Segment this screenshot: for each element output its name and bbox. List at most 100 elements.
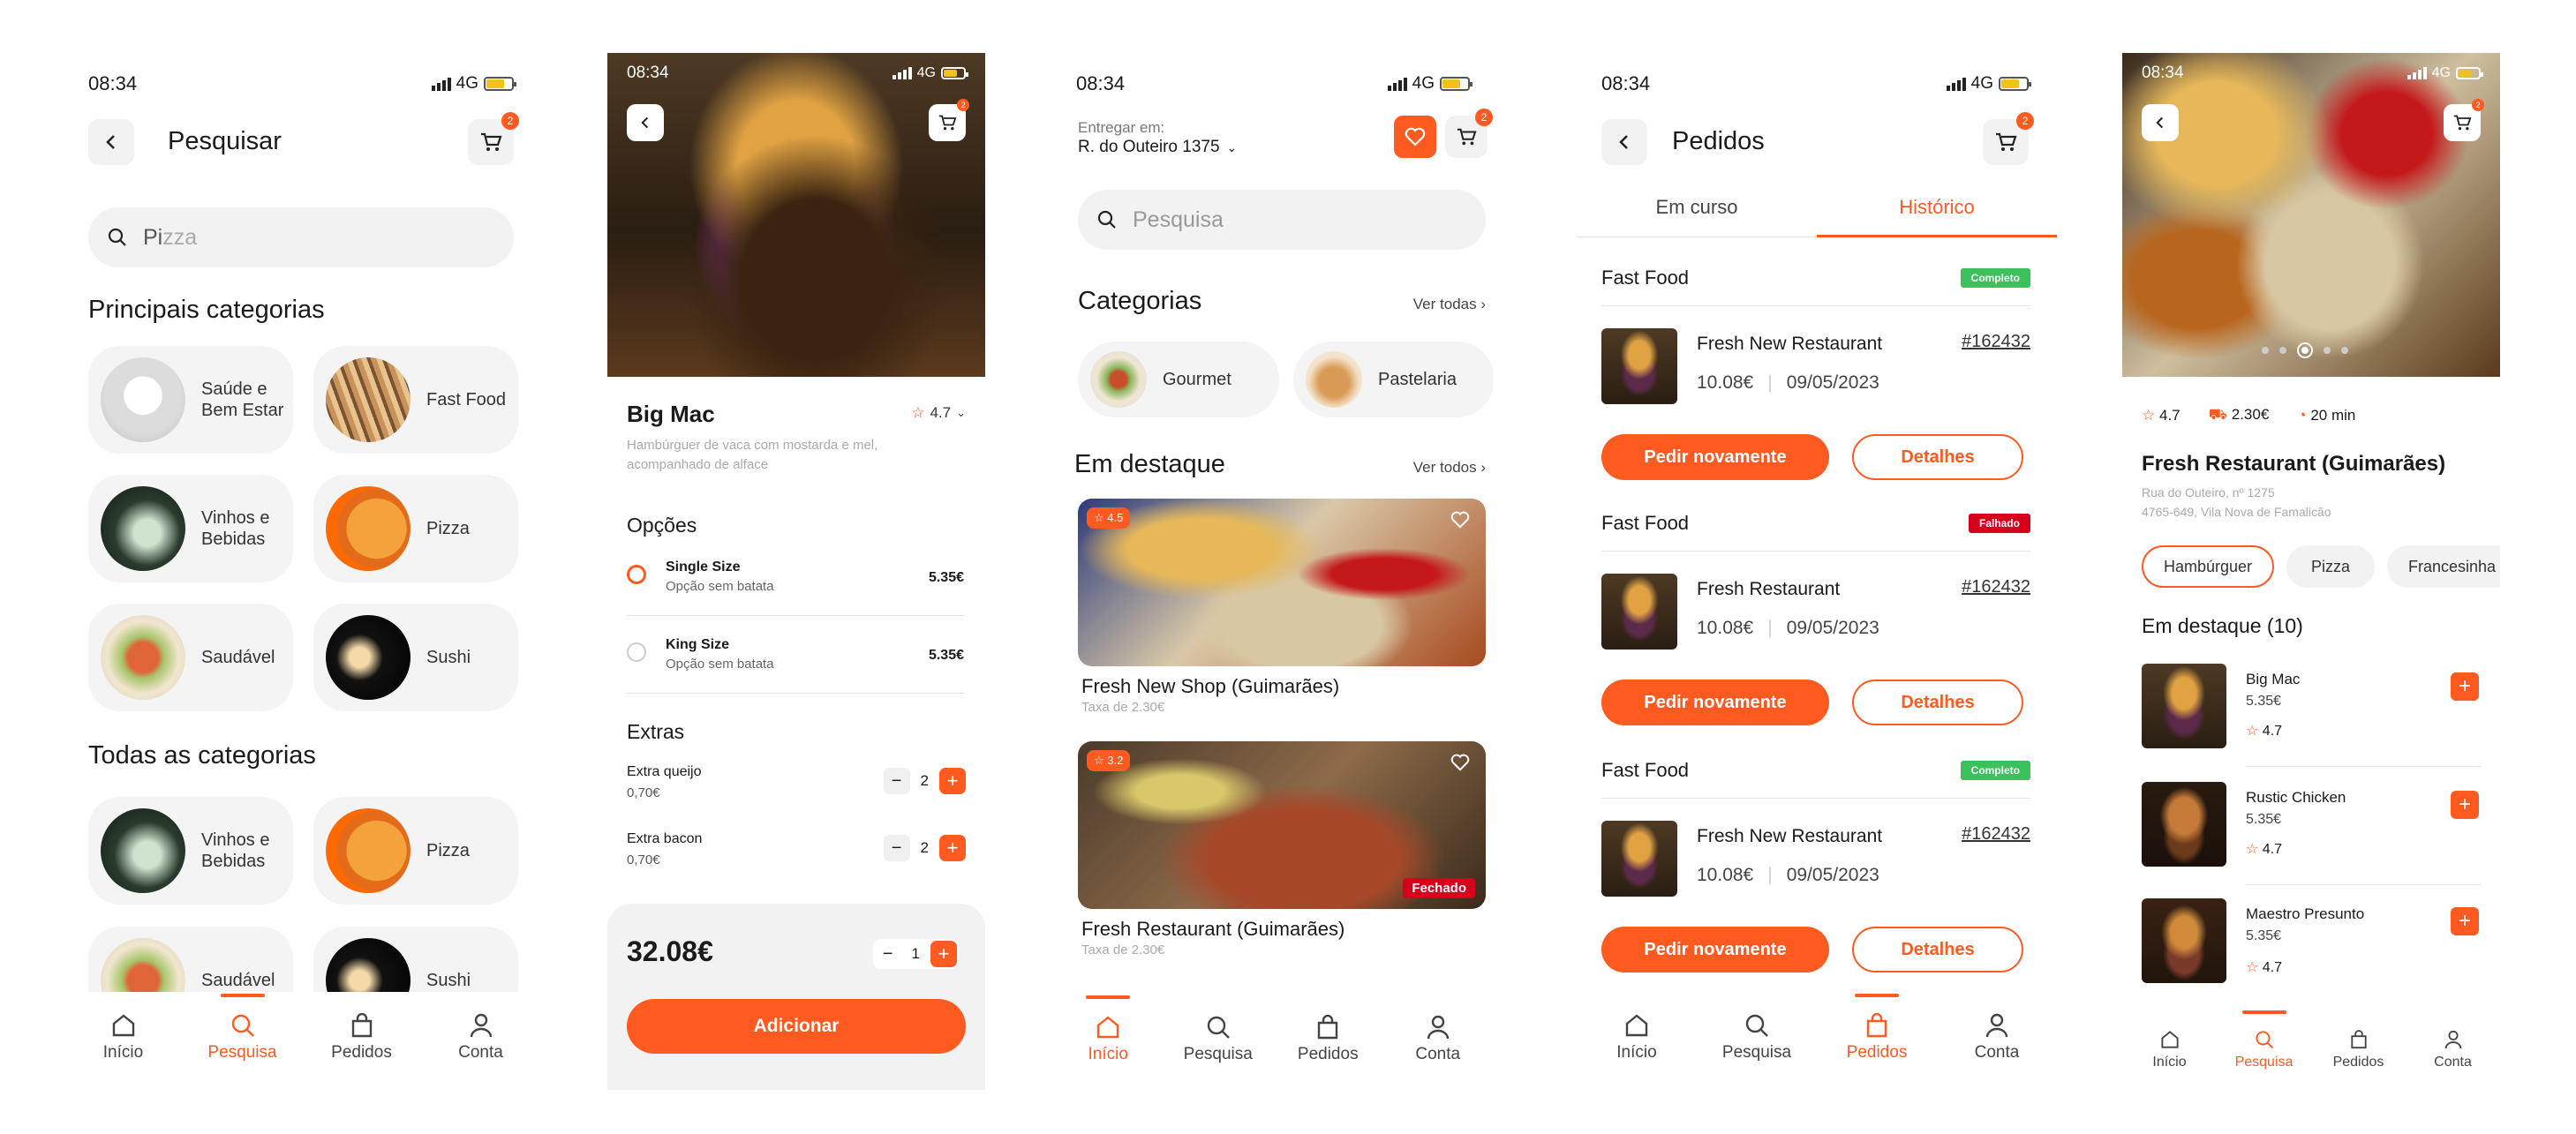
tab-search[interactable]: Pesquisa	[2225, 1010, 2304, 1070]
category-card-pizza[interactable]: Pizza	[313, 475, 518, 582]
featured-card[interactable]: ☆ 4.5	[1078, 499, 1486, 666]
tab-orders[interactable]: Pedidos	[2319, 1029, 2399, 1070]
category-card-fastfood[interactable]: Fast Food	[313, 346, 518, 454]
category-card-pizza[interactable]: Pizza	[313, 797, 518, 905]
chip-hamburger[interactable]: Hambúrguer	[2142, 545, 2274, 588]
minus-button[interactable]: −	[883, 835, 910, 861]
menu-item-image	[2142, 782, 2226, 867]
category-card-wines[interactable]: Vinhos e Bebidas	[88, 475, 293, 582]
order-id-link[interactable]: #162432	[1962, 332, 2030, 352]
tab-home[interactable]: Início	[1055, 995, 1161, 1064]
plus-button[interactable]: +	[939, 768, 966, 794]
category-card-health[interactable]: Saúde e Bem Estar	[88, 346, 293, 454]
category-card-healthy[interactable]: Saudável	[88, 604, 293, 711]
cart-button[interactable]: 2	[1983, 112, 2034, 165]
option-sub: Opção sem batata	[666, 579, 774, 594]
clock-icon: ◔	[2297, 407, 2307, 424]
menu-item-name: Maestro Presunto	[2246, 905, 2365, 922]
heart-icon[interactable]	[1450, 754, 1470, 771]
fastfood-image	[326, 357, 411, 442]
quantity-stepper[interactable]: −1 +	[872, 939, 959, 969]
cart-button[interactable]: 2	[468, 112, 519, 165]
category-pill-gourmet[interactable]: Gourmet	[1078, 342, 1279, 417]
see-all-categories-link[interactable]: Ver todas ›	[1413, 296, 1486, 313]
tab-search[interactable]: Pesquisa	[190, 994, 296, 1063]
tab-home[interactable]: Início	[71, 1013, 177, 1063]
home-icon	[1097, 1016, 1119, 1039]
details-button[interactable]: Detalhes	[1852, 927, 2023, 973]
tab-account[interactable]: Conta	[1944, 1013, 2050, 1063]
pizza-image	[326, 808, 411, 893]
add-to-cart-button[interactable]: Adicionar	[627, 999, 966, 1054]
tab-orders[interactable]: Pedidos	[1824, 994, 1930, 1063]
add-item-button[interactable]: +	[2451, 791, 2479, 819]
search-icon	[1745, 1014, 1768, 1037]
category-pill-pastry[interactable]: Pastelaria	[1293, 342, 1493, 417]
reorder-button[interactable]: Pedir novamente	[1601, 927, 1829, 973]
plus-button[interactable]: +	[930, 941, 957, 967]
orders-screen: 08:34 4G Pedidos 2 Em curso Histórico Fa…	[1577, 53, 2057, 1090]
search-input[interactable]: Pizza	[88, 207, 514, 267]
tab-account[interactable]: Conta	[2414, 1030, 2493, 1070]
option-radio[interactable]	[627, 642, 646, 662]
category-label: Sushi	[426, 648, 471, 667]
add-item-button[interactable]: +	[2451, 672, 2479, 701]
extra-price: 0,70€	[627, 852, 660, 867]
see-all-featured-link[interactable]: Ver todos ›	[1413, 459, 1486, 477]
cart-button[interactable]: 2	[2444, 99, 2484, 141]
reorder-button[interactable]: Pedir novamente	[1601, 680, 1829, 725]
tab-orders[interactable]: Pedidos	[309, 1013, 415, 1063]
back-button[interactable]	[1601, 119, 1647, 165]
tab-home[interactable]: Início	[1584, 1013, 1690, 1063]
tab-search[interactable]: Pesquisa	[1704, 1013, 1810, 1063]
search-input[interactable]: Pesquisa	[1078, 190, 1486, 250]
category-card-wines[interactable]: Vinhos e Bebidas	[88, 797, 293, 905]
favorites-button[interactable]	[1394, 116, 1436, 158]
option-radio-selected[interactable]	[627, 565, 646, 584]
heart-icon[interactable]	[1450, 511, 1470, 529]
order-id-link[interactable]: #162432	[1962, 577, 2030, 597]
details-button[interactable]: Detalhes	[1852, 680, 2023, 725]
quantity-stepper[interactable]: −2 +	[883, 768, 966, 794]
network-label: 4G	[916, 65, 936, 80]
tab-in-progress[interactable]: Em curso	[1577, 196, 1817, 219]
search-value: Pi	[143, 224, 163, 250]
back-button[interactable]	[627, 104, 664, 141]
tab-history[interactable]: Histórico	[1817, 196, 2057, 219]
tab-account[interactable]: Conta	[1385, 1015, 1491, 1064]
search-icon	[1207, 1016, 1230, 1039]
address-selector[interactable]: R. do Outeiro 1375 ⌄	[1078, 138, 1237, 157]
tab-account[interactable]: Conta	[428, 1013, 534, 1063]
product-name: Big Mac	[627, 401, 715, 427]
featured-name: Fresh New Shop (Guimarães)	[1081, 675, 1340, 697]
plus-button[interactable]: +	[939, 835, 966, 861]
featured-card[interactable]: ☆ 3.2 Fechado	[1078, 741, 1486, 909]
product-rating: ☆ 4.7 ⌄	[911, 404, 966, 421]
status-time: 08:34	[1601, 72, 1651, 94]
quantity-stepper[interactable]: −2 +	[883, 835, 966, 861]
tab-home[interactable]: Início	[2130, 1030, 2210, 1070]
cart-button[interactable]: 2	[1445, 109, 1493, 158]
tab-search[interactable]: Pesquisa	[1165, 1015, 1271, 1064]
reorder-button[interactable]: Pedir novamente	[1601, 434, 1829, 480]
details-button[interactable]: Detalhes	[1852, 434, 2023, 480]
cart-button[interactable]: 2	[929, 99, 969, 141]
minus-button[interactable]: −	[874, 941, 901, 967]
network-label: 4G	[1412, 74, 1435, 93]
search-icon	[1097, 210, 1116, 229]
category-label: Pizza	[426, 841, 470, 860]
carousel-dots[interactable]	[2262, 342, 2348, 358]
chip-francesinha[interactable]: Francesinha	[2387, 545, 2500, 588]
chip-pizza[interactable]: Pizza	[2286, 545, 2375, 588]
add-item-button[interactable]: +	[2451, 907, 2479, 935]
chevron-down-icon: ⌄	[956, 406, 966, 419]
back-button[interactable]	[88, 119, 134, 165]
minus-button[interactable]: −	[883, 768, 910, 794]
tab-orders[interactable]: Pedidos	[1275, 1015, 1381, 1064]
back-button[interactable]	[2142, 104, 2179, 141]
status-time: 08:34	[1076, 72, 1126, 94]
category-card-sushi[interactable]: Sushi	[313, 604, 518, 711]
network-label: 4G	[1970, 74, 1993, 93]
featured-name: Fresh Restaurant (Guimarães)	[1081, 918, 1345, 940]
order-id-link[interactable]: #162432	[1962, 824, 2030, 845]
